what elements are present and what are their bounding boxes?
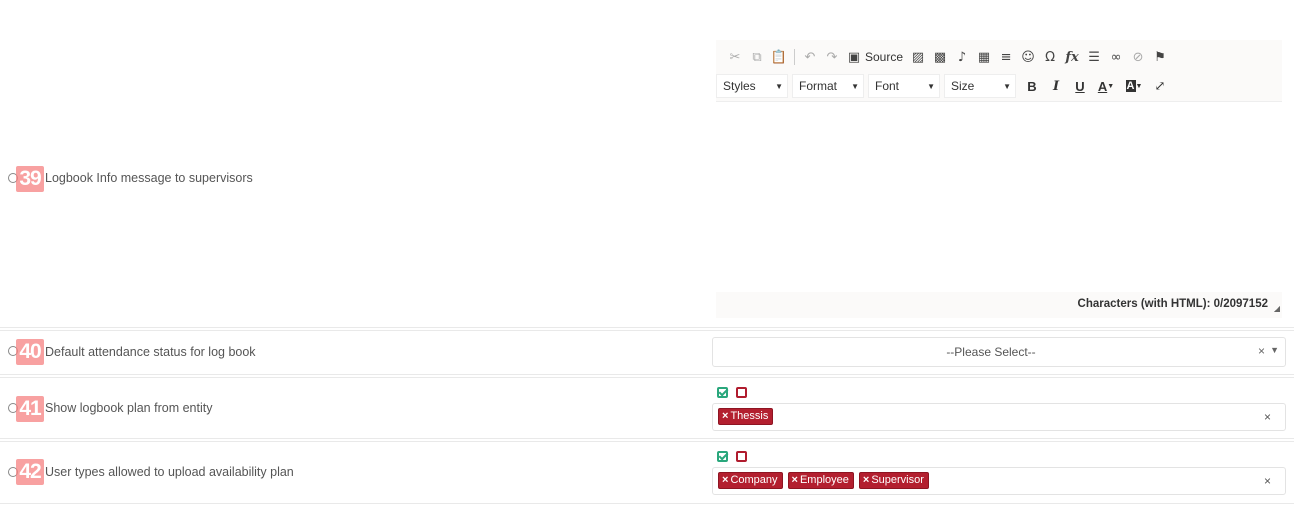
- row-number-badge: 42: [16, 459, 44, 485]
- select-toggle-group: [717, 387, 747, 398]
- selected-tag[interactable]: × Supervisor: [858, 472, 929, 489]
- audio-icon[interactable]: ♪: [951, 47, 973, 67]
- text-color-button[interactable]: A ▼: [1092, 75, 1120, 97]
- editor-toolbar: ✂ ⧉ 📋 ↶ ↷ ▣ Source ▨ ▩ ♪ ▦ ≡ ☺ Ω fx ☰ ∞ …: [716, 40, 1282, 102]
- tag-list: × Thessis: [718, 408, 774, 425]
- chevron-down-icon[interactable]: ▼: [1270, 345, 1279, 355]
- image2-icon[interactable]: ▩: [929, 47, 951, 67]
- clear-all-icon[interactable]: ×: [1264, 474, 1271, 488]
- availability-plan-user-types-multiselect[interactable]: × Company × Employee × Supervisor ×: [712, 467, 1286, 495]
- attendance-status-select[interactable]: --Please Select-- × ▼: [712, 337, 1286, 367]
- setting-row-40: 40 Default attendance status for log boo…: [0, 331, 1294, 373]
- remove-tag-icon[interactable]: ×: [863, 474, 869, 486]
- font-dropdown[interactable]: Font ▼: [868, 74, 940, 98]
- editor-content-area[interactable]: [716, 102, 1282, 292]
- size-dropdown[interactable]: Size ▼: [944, 74, 1016, 98]
- setting-row-39: 39 Logbook Info message to supervisors ✂…: [0, 0, 1294, 326]
- chevron-down-icon: ▼: [1003, 81, 1011, 91]
- tag-label: Employee: [799, 474, 849, 486]
- chevron-down-icon: ▼: [851, 81, 859, 91]
- source-icon[interactable]: ▣: [843, 47, 865, 67]
- bg-color-label: A: [1125, 80, 1136, 92]
- cut-icon[interactable]: ✂: [724, 47, 746, 67]
- undo-icon[interactable]: ↶: [799, 47, 821, 67]
- setting-label: Show logbook plan from entity: [45, 401, 213, 415]
- rich-text-editor[interactable]: ✂ ⧉ 📋 ↶ ↷ ▣ Source ▨ ▩ ♪ ▦ ≡ ☺ Ω fx ☰ ∞ …: [716, 40, 1282, 318]
- select-all-icon[interactable]: [717, 387, 728, 398]
- tag-list: × Company × Employee × Supervisor: [718, 472, 929, 489]
- row-number-badge: 39: [16, 166, 44, 192]
- styles-label: Styles: [723, 79, 756, 93]
- chevron-down-icon: ▼: [1107, 82, 1115, 90]
- tag-label: Supervisor: [871, 474, 924, 486]
- select-value: --Please Select--: [946, 345, 1036, 359]
- remove-tag-icon[interactable]: ×: [722, 410, 728, 422]
- toolbar-separator: [794, 49, 795, 65]
- setting-label: User types allowed to upload availabilit…: [45, 465, 294, 479]
- select-toggle-group: [717, 451, 747, 462]
- character-count: Characters (with HTML): 0/2097152: [1077, 298, 1268, 310]
- unlink-icon[interactable]: ⊘: [1127, 47, 1149, 67]
- special-char-icon[interactable]: Ω: [1039, 47, 1061, 67]
- setting-row-41: 41 Show logbook plan from entity × Thessi…: [0, 378, 1294, 438]
- divider: [0, 327, 1294, 328]
- bg-color-button[interactable]: A ▼: [1120, 75, 1148, 97]
- redo-icon[interactable]: ↷: [821, 47, 843, 67]
- table-icon[interactable]: ▦: [973, 47, 995, 67]
- divider: [0, 374, 1294, 375]
- selected-tag[interactable]: × Employee: [787, 472, 854, 489]
- logbook-plan-entity-multiselect[interactable]: × Thessis ×: [712, 403, 1286, 431]
- divider: [0, 503, 1294, 504]
- row-number-badge: 40: [16, 339, 44, 365]
- editor-footer: Characters (with HTML): 0/2097152: [716, 292, 1282, 318]
- link-icon[interactable]: ∞: [1105, 47, 1127, 67]
- selected-tag[interactable]: × Company: [718, 472, 783, 489]
- smiley-icon[interactable]: ☺: [1017, 47, 1039, 67]
- clear-all-icon[interactable]: ×: [1264, 410, 1271, 424]
- anchor-icon[interactable]: ⚑: [1149, 47, 1171, 67]
- setting-label: Logbook Info message to supervisors: [45, 171, 253, 185]
- font-label: Font: [875, 79, 900, 93]
- copy-icon[interactable]: ⧉: [746, 47, 768, 67]
- underline-button[interactable]: U: [1068, 75, 1092, 97]
- chevron-down-icon: ▼: [1135, 82, 1143, 90]
- deselect-all-icon[interactable]: [736, 451, 747, 462]
- row-number-badge: 41: [16, 396, 44, 422]
- formula-icon[interactable]: fx: [1061, 47, 1083, 67]
- chevron-down-icon: ▼: [775, 81, 783, 91]
- remove-tag-icon[interactable]: ×: [792, 474, 798, 486]
- format-label: Format: [799, 79, 838, 93]
- horizontal-rule-icon[interactable]: ≡: [995, 47, 1017, 67]
- selected-tag[interactable]: × Thessis: [718, 408, 774, 425]
- format-dropdown[interactable]: Format ▼: [792, 74, 864, 98]
- clear-selection-icon[interactable]: ×: [1258, 344, 1265, 358]
- size-label: Size: [951, 79, 975, 93]
- bold-button[interactable]: B: [1020, 75, 1044, 97]
- tag-label: Thessis: [730, 410, 769, 422]
- paste-icon[interactable]: 📋: [768, 47, 790, 67]
- source-button[interactable]: Source: [865, 50, 907, 64]
- tag-label: Company: [730, 474, 778, 486]
- image-icon[interactable]: ▨: [907, 47, 929, 67]
- maximize-icon[interactable]: ⤢: [1148, 75, 1172, 97]
- select-all-icon[interactable]: [717, 451, 728, 462]
- styles-dropdown[interactable]: Styles ▼: [716, 74, 788, 98]
- italic-button[interactable]: I: [1044, 75, 1068, 97]
- remove-tag-icon[interactable]: ×: [722, 474, 728, 486]
- deselect-all-icon[interactable]: [736, 387, 747, 398]
- chevron-down-icon: ▼: [927, 81, 935, 91]
- resize-handle-icon[interactable]: [1274, 306, 1280, 312]
- setting-row-42: 42 User types allowed to upload availabi…: [0, 442, 1294, 502]
- text-color-label: A: [1097, 78, 1108, 94]
- setting-label: Default attendance status for log book: [45, 345, 256, 359]
- list-icon[interactable]: ☰: [1083, 47, 1105, 67]
- divider: [0, 438, 1294, 439]
